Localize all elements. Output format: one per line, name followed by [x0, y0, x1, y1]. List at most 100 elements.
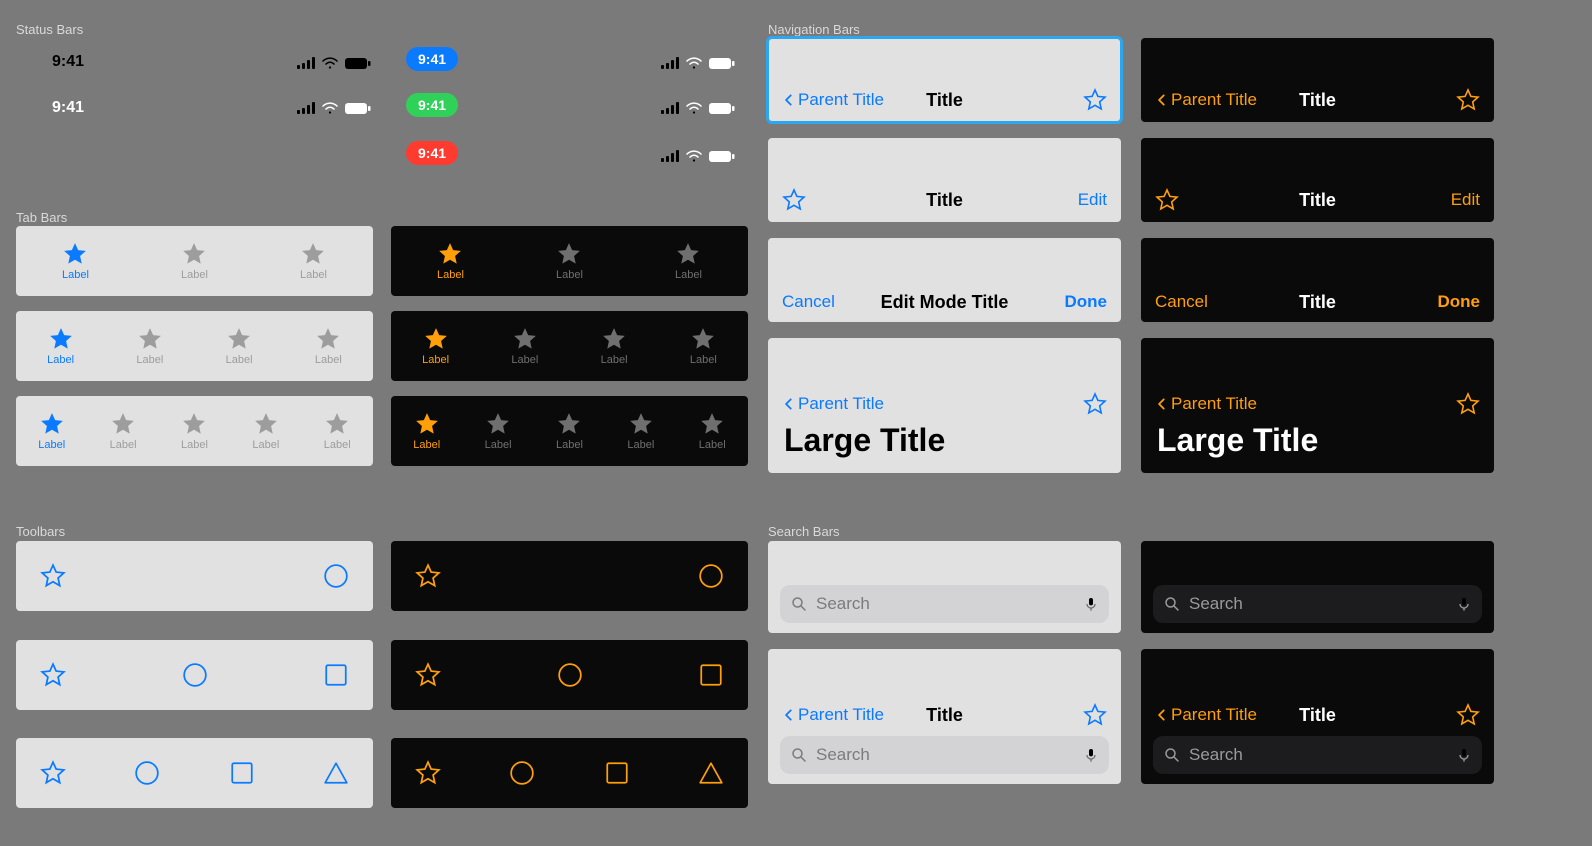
tab-item[interactable]: Label — [675, 241, 702, 281]
circle-outline-icon[interactable] — [557, 662, 583, 688]
star-icon — [137, 326, 163, 352]
star-outline-icon[interactable] — [782, 188, 806, 212]
tab-item[interactable]: Label — [38, 411, 65, 451]
nav-back-button[interactable]: Parent Title — [782, 393, 884, 415]
star-icon — [485, 411, 511, 437]
star-icon — [556, 411, 582, 437]
star-outline-icon[interactable] — [1083, 88, 1107, 112]
battery-icon — [709, 150, 735, 163]
edit-button[interactable]: Edit — [1451, 190, 1480, 210]
tab-item[interactable]: Label — [601, 326, 628, 366]
star-icon — [414, 411, 440, 437]
tab-item[interactable]: Label — [413, 411, 440, 451]
star-outline-icon[interactable] — [40, 563, 66, 589]
nav-title: Edit Mode Title — [881, 292, 1009, 313]
tab-item[interactable]: Label — [315, 326, 342, 366]
search-field[interactable]: Search — [1153, 585, 1482, 623]
chevron-left-icon — [782, 89, 796, 111]
tab-item[interactable]: Label — [47, 326, 74, 366]
tab-item[interactable]: Label — [556, 411, 583, 451]
tab-item[interactable]: Label — [699, 411, 726, 451]
tab-item[interactable]: Label — [300, 241, 327, 281]
star-outline-icon[interactable] — [415, 563, 441, 589]
mic-icon[interactable] — [1083, 744, 1099, 766]
toolbar-light-2 — [16, 541, 373, 611]
nav-back-button[interactable]: Parent Title — [782, 89, 884, 111]
tab-item[interactable]: Label — [437, 241, 464, 281]
star-outline-icon[interactable] — [1456, 88, 1480, 112]
star-outline-icon[interactable] — [415, 760, 441, 786]
nav-title: Title — [1299, 292, 1336, 313]
edit-button[interactable]: Edit — [1078, 190, 1107, 210]
tab-item[interactable]: Label — [181, 241, 208, 281]
tab-bar-dark-3: Label Label Label — [391, 226, 748, 296]
square-outline-icon[interactable] — [698, 662, 724, 688]
toolbar-dark-2 — [391, 541, 748, 611]
tab-item[interactable]: Label — [556, 241, 583, 281]
nav-back-button[interactable]: Parent Title — [1155, 704, 1257, 726]
search-field[interactable]: Search — [780, 736, 1109, 774]
star-outline-icon[interactable] — [40, 662, 66, 688]
tab-item[interactable]: Label — [136, 326, 163, 366]
tab-item[interactable]: Label — [226, 326, 253, 366]
star-outline-icon[interactable] — [1083, 392, 1107, 416]
nav-title: Title — [926, 705, 963, 726]
mic-icon[interactable] — [1456, 744, 1472, 766]
star-icon — [315, 326, 341, 352]
status-time-pill-blue: 9:41 — [406, 47, 458, 71]
mic-icon[interactable] — [1456, 593, 1472, 615]
wifi-icon — [321, 55, 339, 71]
done-button[interactable]: Done — [1065, 292, 1108, 312]
nav-back-button[interactable]: Parent Title — [782, 704, 884, 726]
tab-bar-light-4: Label Label Label Label — [16, 311, 373, 381]
signal-icon — [297, 57, 315, 69]
tab-bar-dark-5: Label Label Label Label Label — [391, 396, 748, 466]
wifi-icon — [685, 100, 703, 116]
tab-item[interactable]: Label — [511, 326, 538, 366]
circle-outline-icon[interactable] — [323, 563, 349, 589]
search-field[interactable]: Search — [780, 585, 1109, 623]
tab-item[interactable]: Label — [690, 326, 717, 366]
search-field[interactable]: Search — [1153, 736, 1482, 774]
tab-item[interactable]: Label — [485, 411, 512, 451]
nav-back-button[interactable]: Parent Title — [1155, 393, 1257, 415]
star-outline-icon[interactable] — [415, 662, 441, 688]
square-outline-icon[interactable] — [229, 760, 255, 786]
tab-item[interactable]: Label — [252, 411, 279, 451]
mic-icon[interactable] — [1083, 593, 1099, 615]
signal-icon — [661, 57, 679, 69]
search-placeholder: Search — [816, 745, 1075, 765]
square-outline-icon[interactable] — [323, 662, 349, 688]
star-outline-icon[interactable] — [40, 760, 66, 786]
square-outline-icon[interactable] — [604, 760, 630, 786]
magnify-icon — [1163, 746, 1181, 764]
cancel-button[interactable]: Cancel — [782, 292, 835, 312]
tab-item[interactable]: Label — [110, 411, 137, 451]
chevron-left-icon — [1155, 393, 1169, 415]
cancel-button[interactable]: Cancel — [1155, 292, 1208, 312]
toolbar-light-4 — [16, 738, 373, 808]
search-placeholder: Search — [1189, 594, 1448, 614]
circle-outline-icon[interactable] — [509, 760, 535, 786]
nav-title: Title — [1299, 190, 1336, 211]
section-label-toolbars: Toolbars — [16, 524, 65, 539]
nav-back-button[interactable]: Parent Title — [1155, 89, 1257, 111]
star-outline-icon[interactable] — [1083, 703, 1107, 727]
triangle-outline-icon[interactable] — [698, 760, 724, 786]
triangle-outline-icon[interactable] — [323, 760, 349, 786]
tab-item[interactable]: Label — [422, 326, 449, 366]
circle-outline-icon[interactable] — [698, 563, 724, 589]
done-button[interactable]: Done — [1438, 292, 1481, 312]
tab-item[interactable]: Label — [627, 411, 654, 451]
star-outline-icon[interactable] — [1456, 392, 1480, 416]
tab-item[interactable]: Label — [181, 411, 208, 451]
star-icon — [181, 411, 207, 437]
star-outline-icon[interactable] — [1456, 703, 1480, 727]
nav-bar-dark-edit: Title Edit — [1141, 138, 1494, 222]
circle-outline-icon[interactable] — [134, 760, 160, 786]
nav-large-title: Large Title — [1157, 422, 1318, 459]
tab-item[interactable]: Label — [324, 411, 351, 451]
star-outline-icon[interactable] — [1155, 188, 1179, 212]
tab-item[interactable]: Label — [62, 241, 89, 281]
circle-outline-icon[interactable] — [182, 662, 208, 688]
